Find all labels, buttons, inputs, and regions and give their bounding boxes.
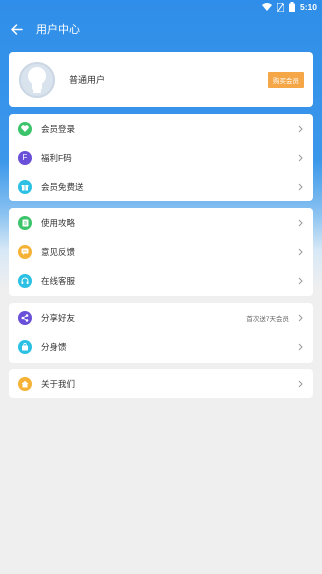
chevron-right-icon xyxy=(293,125,307,133)
menu-item-free-membership[interactable]: 会员免费送 xyxy=(9,172,313,201)
back-arrow-icon xyxy=(11,23,23,35)
menu-group-share: 分享好友 首次送7天会员 分身馈 xyxy=(9,303,313,363)
buy-vip-button[interactable]: 购买会员 xyxy=(268,71,304,88)
menu-item-label: 关于我们 xyxy=(41,378,76,389)
menu-group-about: 关于我们 xyxy=(9,369,313,398)
chevron-right-icon xyxy=(293,219,307,227)
battery-icon xyxy=(288,2,295,12)
menu-item-clone[interactable]: 分身馈 xyxy=(9,332,313,361)
menu-item-label: 意见反馈 xyxy=(41,246,76,257)
menu-item-label: 使用攻略 xyxy=(41,217,76,228)
back-button[interactable] xyxy=(0,14,34,44)
feedback-icon xyxy=(18,244,32,259)
status-time: 5:10 xyxy=(299,2,317,12)
status-bar: 5:10 xyxy=(0,0,322,14)
share-bonus-hint: 首次送7天会员 xyxy=(246,315,289,323)
menu-item-share-friends[interactable]: 分享好友 首次送7天会员 xyxy=(9,303,313,332)
menu-item-label: 会员免费送 xyxy=(41,181,84,192)
chevron-right-icon xyxy=(293,277,307,285)
menu-item-feedback[interactable]: 意见反馈 xyxy=(9,237,313,266)
avatar-bulb-icon xyxy=(28,66,46,93)
bag-icon xyxy=(18,339,32,354)
wifi-icon xyxy=(261,3,272,11)
share-icon xyxy=(18,310,32,325)
menu-item-guide[interactable]: 使用攻略 xyxy=(9,208,313,237)
menu-item-online-support[interactable]: 在线客服 xyxy=(9,266,313,295)
letter-f-icon: F xyxy=(18,150,32,165)
menu-item-label: 分享好友 xyxy=(41,312,76,323)
gift-icon xyxy=(18,179,32,194)
menu-group-help: 使用攻略 意见反馈 在线客服 xyxy=(9,208,313,296)
avatar[interactable] xyxy=(19,61,55,98)
menu-item-label: 分身馈 xyxy=(41,341,67,352)
user-name: 普通用户 xyxy=(69,75,106,85)
chevron-right-icon xyxy=(293,154,307,162)
no-sim-icon xyxy=(276,2,284,12)
chevron-right-icon xyxy=(293,343,307,351)
app-bar: 用户中心 xyxy=(0,14,322,44)
chevron-right-icon xyxy=(293,380,307,388)
guide-book-icon xyxy=(18,215,32,230)
menu-item-label: 会员登录 xyxy=(41,123,76,134)
menu-group-account: 会员登录 F 福利F码 会员免费送 xyxy=(9,114,313,201)
home-icon xyxy=(18,376,32,391)
menu-item-label: 在线客服 xyxy=(41,275,76,286)
heart-icon xyxy=(18,121,32,136)
menu-item-member-login[interactable]: 会员登录 xyxy=(9,114,313,143)
chevron-right-icon xyxy=(293,314,307,322)
chevron-right-icon xyxy=(293,248,307,256)
profile-card: 普通用户 购买会员 xyxy=(9,52,313,107)
page-title: 用户中心 xyxy=(36,24,80,36)
headset-icon xyxy=(18,273,32,288)
menu-item-label: 福利F码 xyxy=(41,152,72,163)
menu-item-about-us[interactable]: 关于我们 xyxy=(9,369,313,398)
menu-item-f-code[interactable]: F 福利F码 xyxy=(9,143,313,172)
chevron-right-icon xyxy=(293,183,307,191)
